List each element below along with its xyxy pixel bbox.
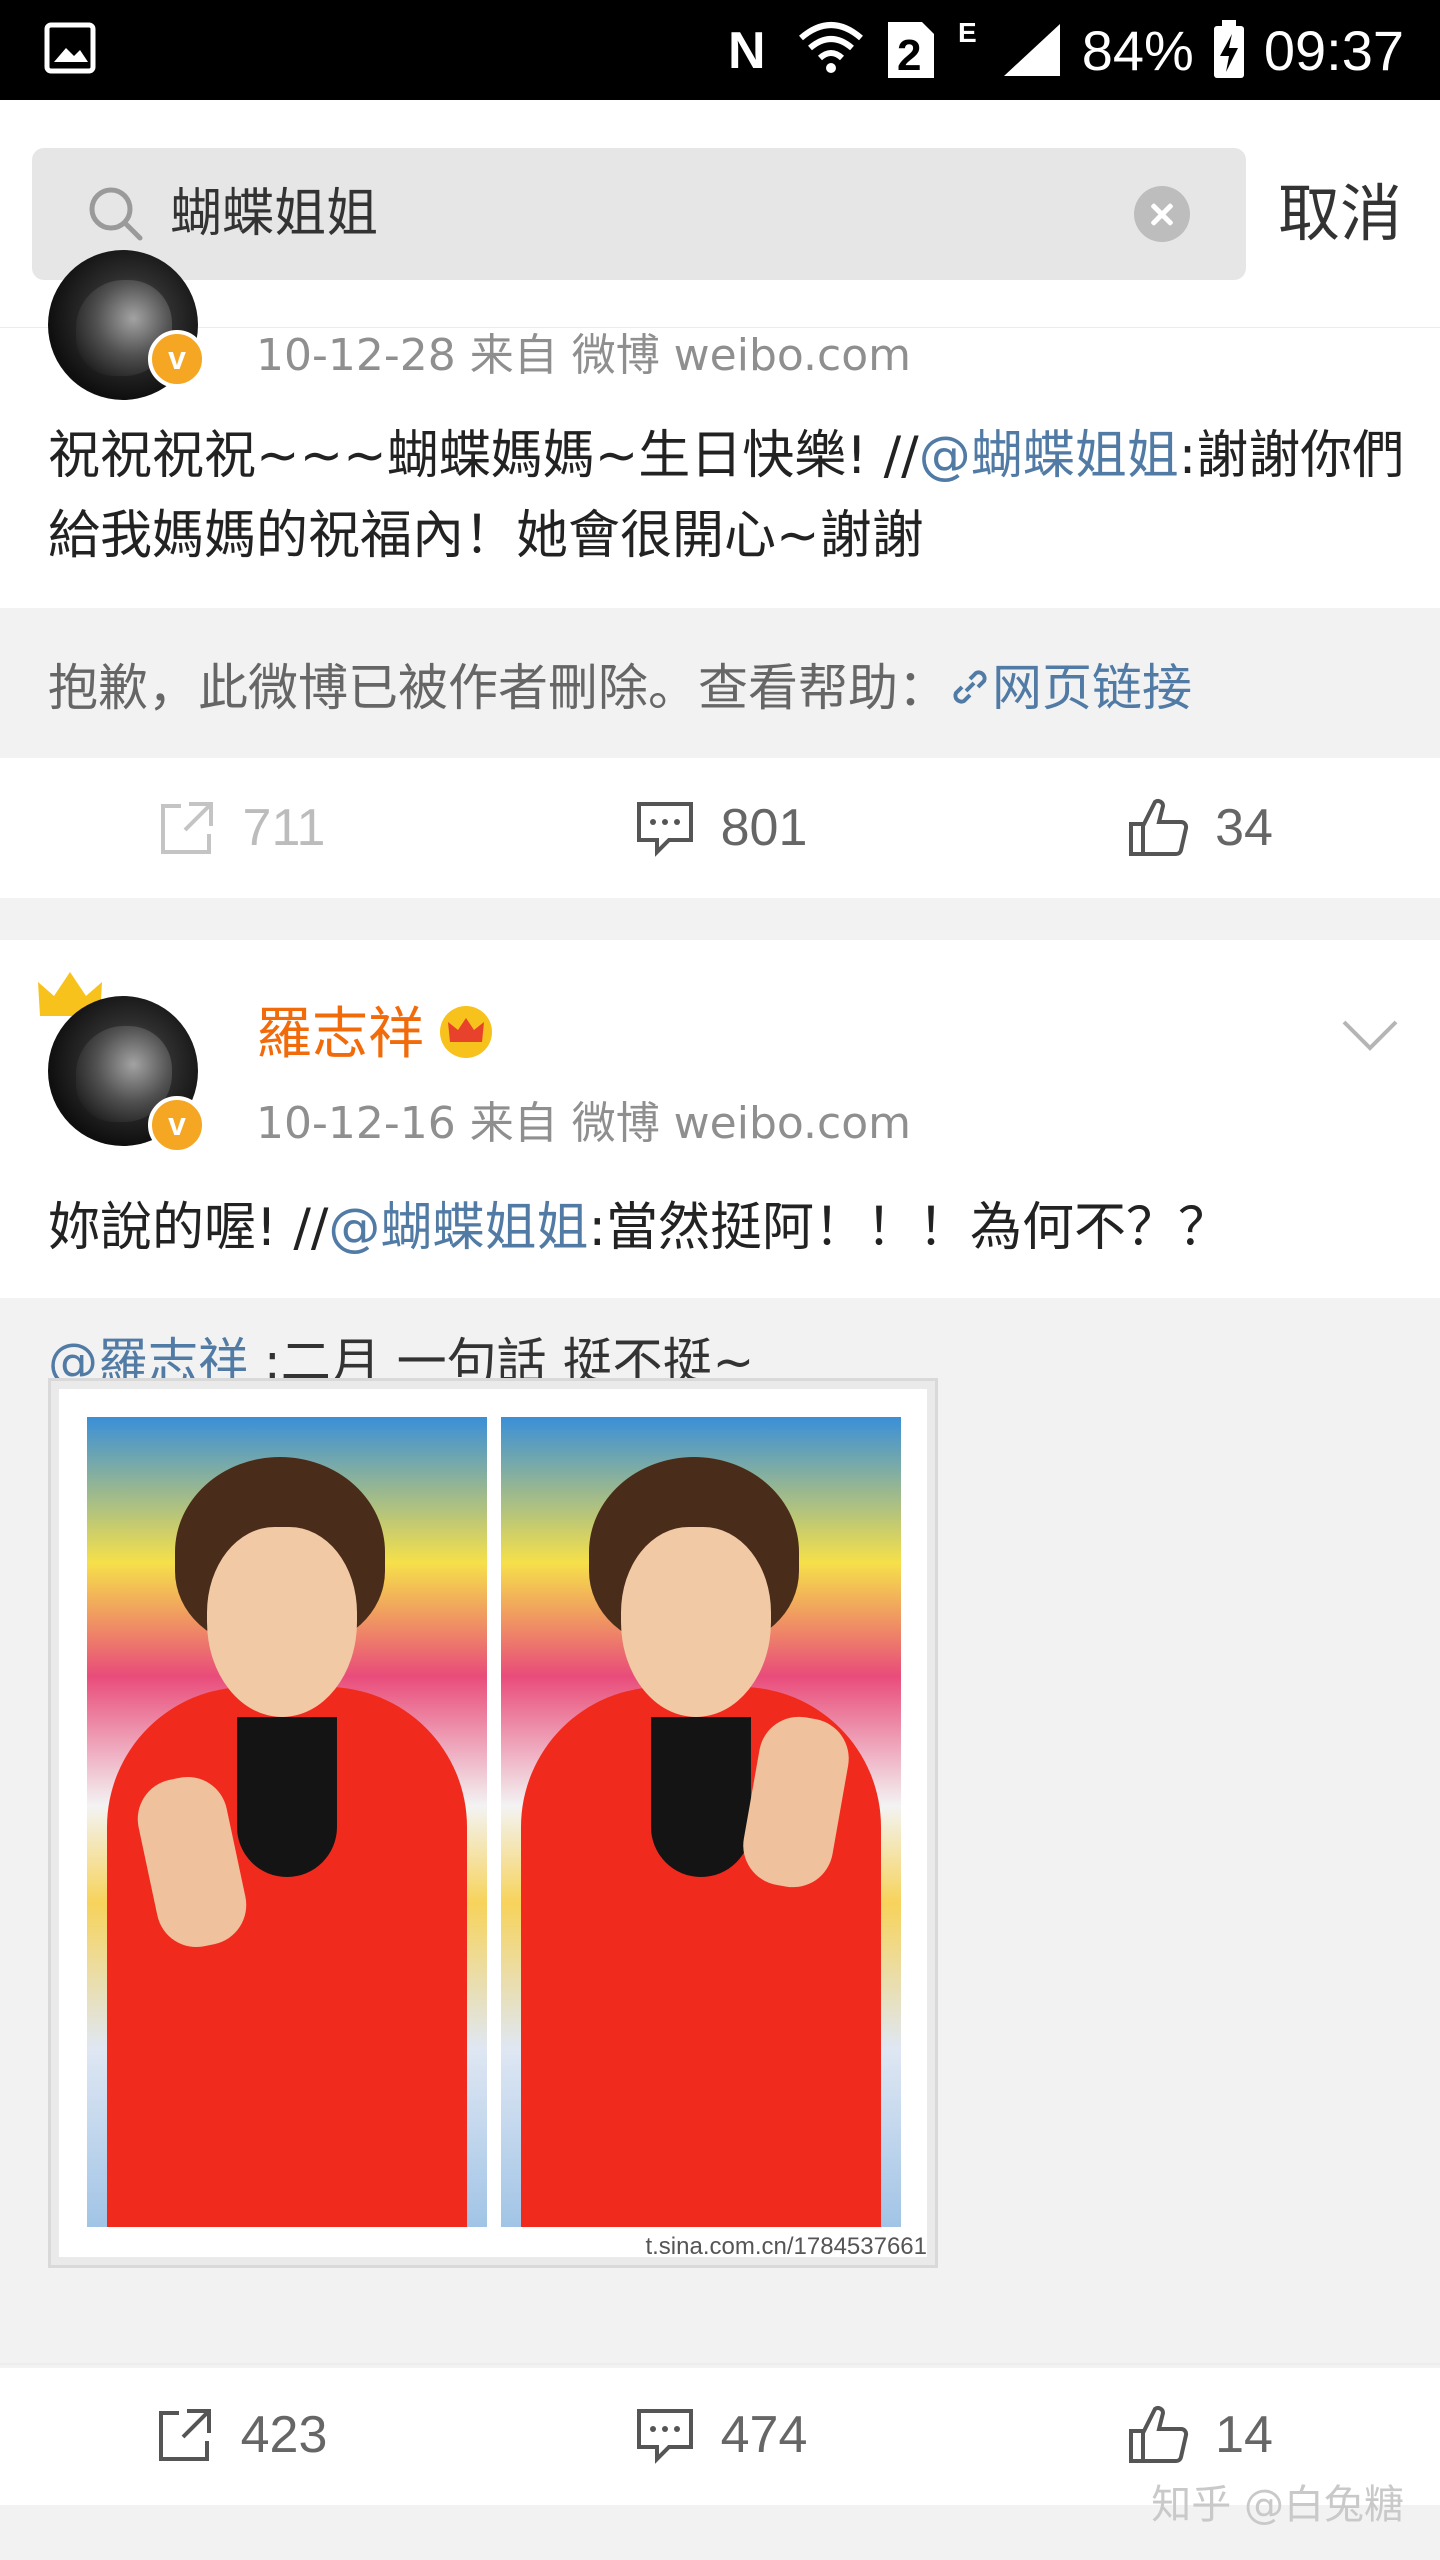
- chevron-down-icon[interactable]: [1340, 1018, 1400, 1054]
- comment-icon: [636, 802, 693, 857]
- svg-text:N: N: [728, 22, 766, 78]
- retweet-box[interactable]: @羅志祥 :二月 一句話 挺不挺~ t.sina.com.cn/17845376…: [0, 1298, 1440, 2368]
- status-bar: N 2 E 84% 09:37: [0, 0, 1440, 100]
- comment-button[interactable]: 801: [480, 758, 960, 898]
- svg-text:2: 2: [897, 31, 921, 80]
- post-image[interactable]: t.sina.com.cn/1784537661: [48, 1378, 938, 2268]
- clear-search-icon[interactable]: [1134, 186, 1190, 242]
- clock: 09:37: [1263, 18, 1404, 82]
- battery-charging-icon: [1212, 20, 1246, 80]
- weibo-post[interactable]: v 羅志祥 10-12-16 来自 微博 weibo.com 妳說的喔! //@…: [0, 940, 1440, 2505]
- post-text: 妳說的喔! //@蝴蝶姐姐:當然挺阿！！！為何不？？: [48, 1198, 1230, 1258]
- image-icon: [44, 22, 96, 78]
- search-icon: [89, 187, 143, 241]
- post-meta: 10-12-28 来自 微博 weibo.com: [256, 330, 911, 381]
- deleted-notice: 抱歉，此微博已被作者刪除。查看帮助： 网页链接: [48, 659, 1192, 717]
- search-input[interactable]: 蝴蝶姐姐: [32, 148, 1246, 280]
- search-header: 蝴蝶姐姐 取消: [0, 100, 1440, 328]
- wifi-icon: [796, 18, 866, 82]
- photo-right: [501, 1417, 901, 2227]
- zhihu-watermark: 知乎 @白兔糖: [1151, 2482, 1404, 2528]
- divider: [0, 2363, 1440, 2365]
- retweet-box: 抱歉，此微博已被作者刪除。查看帮助： 网页链接: [0, 608, 1440, 758]
- nfc-icon: N: [726, 22, 778, 78]
- signal-icon: [1000, 20, 1064, 80]
- thumbs-up-icon: [1129, 799, 1189, 856]
- post-meta: 10-12-16 来自 微博 weibo.com: [256, 1098, 911, 1149]
- verified-badge-icon: v: [148, 1096, 206, 1154]
- post-text: 祝祝祝祝~~~蝴蝶媽媽~生日快樂! //@蝴蝶姐姐:謝謝你們給我媽媽的祝福內！她…: [48, 426, 1405, 566]
- photo-left: [87, 1417, 487, 2227]
- mention-link[interactable]: @蝴蝶姐姐: [919, 426, 1179, 486]
- vip-crown-icon: [440, 1006, 492, 1058]
- link-icon: [953, 670, 987, 704]
- verified-badge-icon: v: [148, 330, 206, 388]
- repost-button[interactable]: 711: [0, 758, 480, 898]
- thumbs-up-icon: [1129, 2406, 1189, 2463]
- comment-icon: [636, 2409, 693, 2464]
- sim2-icon: 2: [884, 18, 938, 82]
- mention-link[interactable]: @蝴蝶姐姐: [328, 1198, 588, 1258]
- username[interactable]: 羅志祥: [256, 1000, 424, 1070]
- svg-text:E: E: [958, 18, 977, 48]
- web-link[interactable]: 网页链接: [948, 659, 1192, 717]
- e-network-icon: E: [956, 18, 982, 82]
- search-query: 蝴蝶姐姐: [170, 184, 379, 244]
- battery-percent: 84%: [1081, 18, 1194, 82]
- cancel-button[interactable]: 取消: [1278, 174, 1402, 254]
- action-bar: 711 801 34: [0, 758, 1440, 898]
- repost-icon: [158, 2409, 211, 2461]
- like-button[interactable]: 34: [960, 758, 1440, 898]
- repost-icon: [160, 802, 213, 854]
- comment-button[interactable]: 474: [480, 2365, 960, 2505]
- weibo-post[interactable]: v 10-12-28 来自 微博 weibo.com 祝祝祝祝~~~蝴蝶媽媽~生…: [0, 250, 1440, 898]
- image-watermark: t.sina.com.cn/1784537661: [645, 2233, 927, 2260]
- repost-button[interactable]: 423: [0, 2365, 480, 2505]
